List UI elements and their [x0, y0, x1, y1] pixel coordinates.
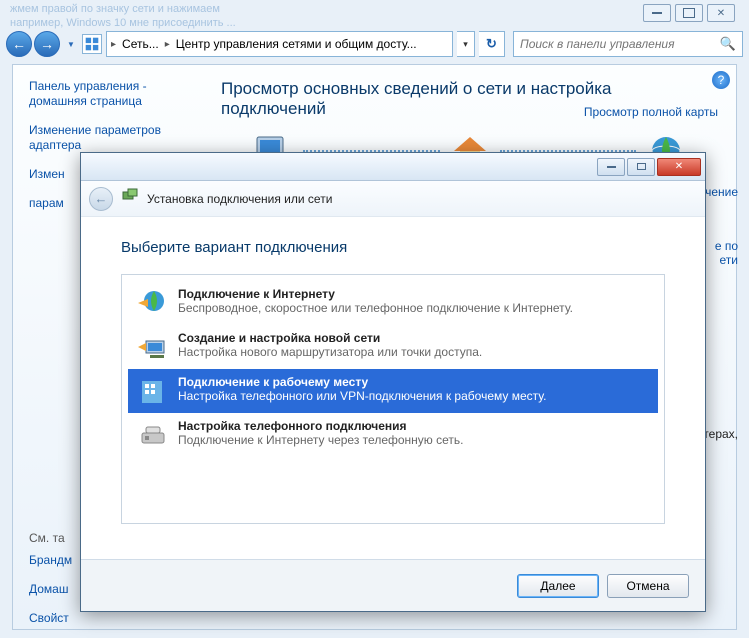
network-wizard-icon	[121, 187, 139, 210]
search-box[interactable]: 🔍	[513, 31, 743, 57]
option-desc: Подключение к Интернету через телефонную…	[178, 433, 464, 447]
sidebar-link-adapter[interactable]: Изменение параметров адаптера	[29, 123, 187, 153]
search-icon[interactable]: 🔍	[720, 36, 736, 52]
wizard-header: ← Установка подключения или сети	[81, 181, 705, 217]
wizard-body: Выберите вариант подключения Подключение…	[81, 217, 705, 559]
minimize-button[interactable]	[643, 4, 671, 22]
option-dialup[interactable]: Настройка телефонного подключения Подклю…	[128, 413, 658, 457]
phone-modem-icon	[136, 419, 168, 451]
chevron-right-icon: ▸	[165, 39, 170, 50]
connection-options-list: Подключение к Интернету Беспроводное, ск…	[121, 274, 665, 524]
address-bar-icon[interactable]	[82, 34, 102, 54]
explorer-nav-bar: ← → ▼ ▸ Сеть... ▸ Центр управления сетям…	[6, 28, 743, 60]
next-button[interactable]: Далее	[517, 574, 599, 598]
option-connect-workplace[interactable]: Подключение к рабочему месту Настройка т…	[128, 369, 658, 413]
wizard-close-button[interactable]: ✕	[657, 158, 701, 176]
setup-connection-wizard: ✕ ← Установка подключения или сети Выбер…	[80, 152, 706, 612]
globe-arrow-icon	[136, 287, 168, 319]
option-title: Создание и настройка новой сети	[178, 331, 482, 345]
address-breadcrumb[interactable]: ▸ Сеть... ▸ Центр управления сетями и об…	[106, 31, 453, 57]
option-title: Подключение к Интернету	[178, 287, 573, 301]
nav-back-button[interactable]: ←	[6, 31, 32, 57]
breadcrumb-dropdown[interactable]: ▾	[457, 31, 475, 57]
background-obscured-text: жмем правой по значку сети и нажимаем на…	[10, 2, 739, 30]
view-full-map-link[interactable]: Просмотр полной карты	[584, 105, 718, 119]
sidebar-link-internet-options[interactable]: Свойст	[29, 611, 187, 626]
option-new-network[interactable]: Создание и настройка новой сети Настройк…	[128, 325, 658, 369]
wizard-footer: Далее Отмена	[81, 559, 705, 611]
search-input[interactable]	[520, 37, 720, 51]
option-title: Подключение к рабочему месту	[178, 375, 546, 389]
nav-forward-button[interactable]: →	[34, 31, 60, 57]
sidebar-link-home[interactable]: Панель управления - домашняя страница	[29, 79, 187, 109]
obscured-text: терах,	[703, 427, 738, 441]
explorer-window-controls	[643, 4, 735, 22]
breadcrumb-seg-netcenter[interactable]: Центр управления сетями и общим досту...	[172, 37, 421, 51]
maximize-button[interactable]	[675, 4, 703, 22]
wizard-minimize-button[interactable]	[597, 158, 625, 176]
obscured-link: чение	[703, 185, 738, 199]
wizard-titlebar: ✕	[81, 153, 705, 181]
refresh-button[interactable]: ↻	[479, 31, 505, 57]
nav-history-dropdown[interactable]: ▼	[64, 31, 78, 57]
option-connect-internet[interactable]: Подключение к Интернету Беспроводное, ск…	[128, 281, 658, 325]
building-icon	[136, 375, 168, 407]
obscured-link: ети	[703, 253, 738, 267]
obscured-link: е по	[703, 239, 738, 253]
wizard-maximize-button[interactable]	[627, 158, 655, 176]
wizard-title: Установка подключения или сети	[147, 192, 332, 206]
chevron-right-icon: ▸	[111, 39, 116, 50]
close-button[interactable]	[707, 4, 735, 22]
wizard-heading: Выберите вариант подключения	[121, 239, 665, 256]
option-title: Настройка телефонного подключения	[178, 419, 464, 433]
option-desc: Беспроводное, скоростное или телефонное …	[178, 301, 573, 315]
cancel-button[interactable]: Отмена	[607, 574, 689, 598]
router-arrow-icon	[136, 331, 168, 363]
option-desc: Настройка нового маршрутизатора или точк…	[178, 345, 482, 359]
option-desc: Настройка телефонного или VPN-подключени…	[178, 389, 546, 403]
wizard-back-button[interactable]: ←	[89, 187, 113, 211]
breadcrumb-seg-network[interactable]: Сеть...	[118, 37, 163, 51]
